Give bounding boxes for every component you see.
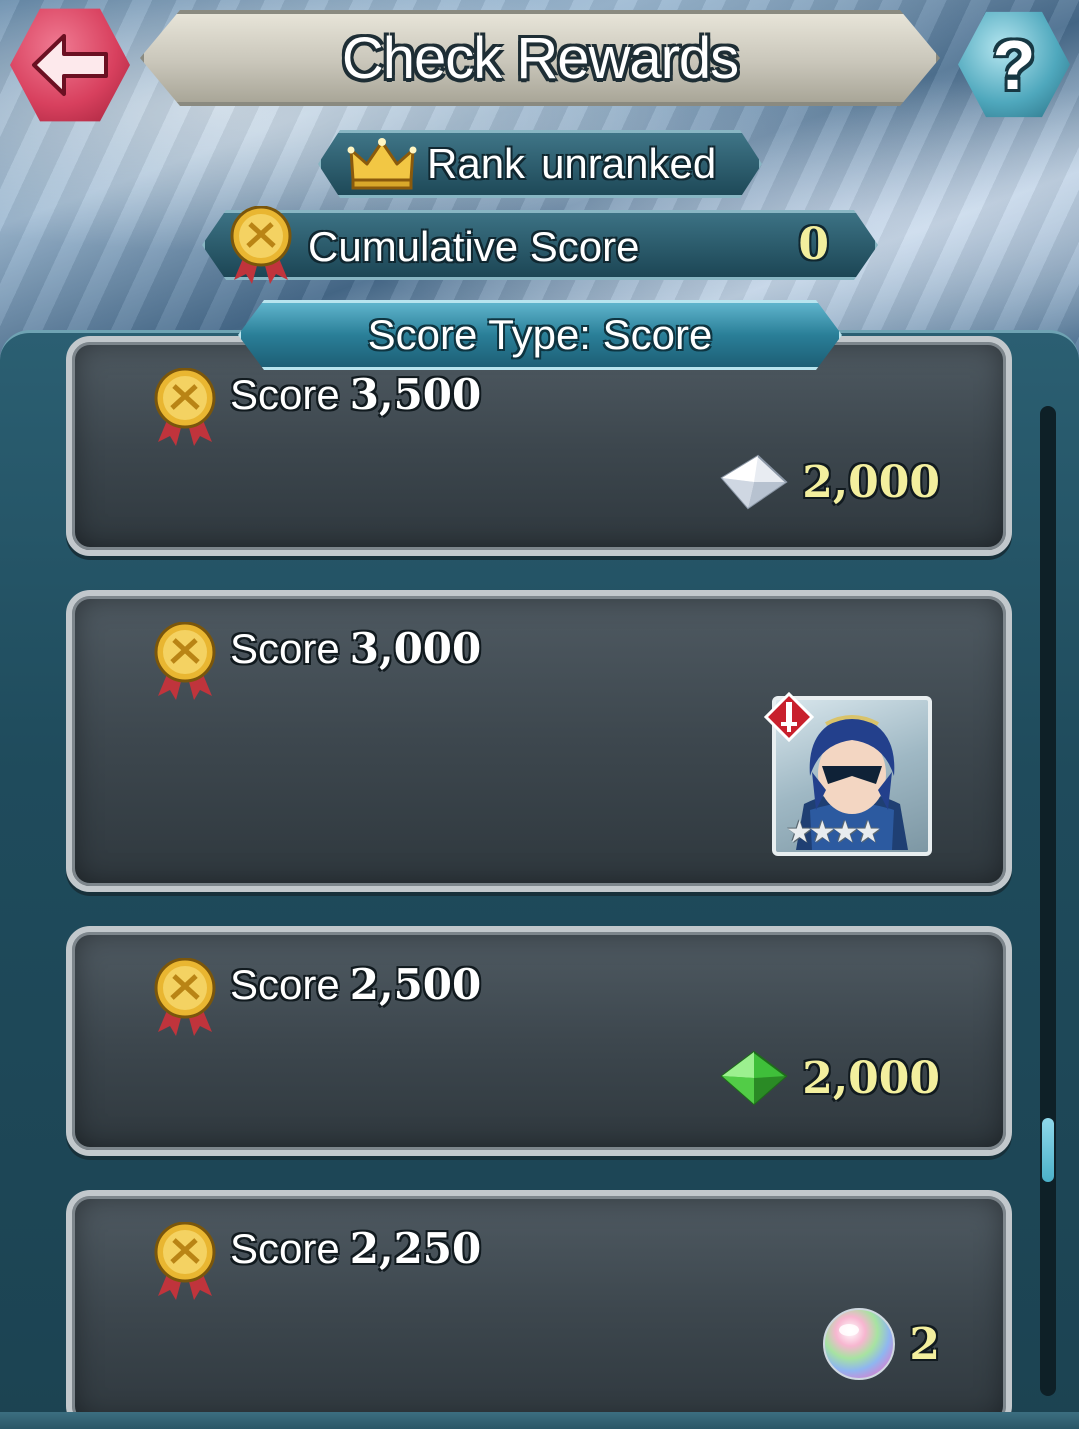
medal-icon xyxy=(154,622,216,700)
reward-item: 2 xyxy=(821,1306,940,1382)
green-crystal-icon xyxy=(720,1050,788,1106)
reward-card: Score 2,500 2,000 xyxy=(66,926,1012,1156)
score-word: Score xyxy=(230,371,340,418)
back-arrow-icon xyxy=(32,34,108,96)
reward-item: 2,000 xyxy=(718,1048,940,1108)
bottom-edge xyxy=(0,1412,1079,1429)
score-label: Score 3,500 xyxy=(230,370,481,419)
score-threshold: 2,250 xyxy=(349,1224,482,1273)
weapon-type-sword-icon xyxy=(764,692,814,742)
score-word: Score xyxy=(230,625,340,672)
medal-icon xyxy=(230,206,292,284)
cumulative-score-value: 0 xyxy=(798,219,829,270)
reward-item: 2,000 xyxy=(718,452,940,512)
score-threshold: 3,000 xyxy=(349,624,482,673)
help-button[interactable]: ? xyxy=(949,2,1079,127)
rarity-stars: ★★★★ xyxy=(786,815,882,850)
medal-icon xyxy=(154,1222,216,1300)
page-title: Check Rewards xyxy=(341,25,739,91)
cumulative-score-label: Cumulative Score xyxy=(308,223,640,270)
back-button[interactable] xyxy=(0,0,140,130)
scrollbar-track[interactable] xyxy=(1040,406,1056,1396)
reward-amount: 2 xyxy=(909,1318,940,1370)
rank-value: unranked xyxy=(541,140,717,187)
rank-label: Rank xyxy=(427,140,526,187)
rank-display: Rank unranked xyxy=(318,130,762,198)
score-label: Score 3,000 xyxy=(230,624,481,673)
reward-card: Score 2,250 2 xyxy=(66,1190,1012,1429)
score-label: Score 2,500 xyxy=(230,960,481,1009)
score-type-label: Score Type: Score xyxy=(367,311,713,358)
reward-amount: 2,000 xyxy=(802,1052,940,1104)
help-icon: ? xyxy=(958,11,1070,118)
cumulative-score-bar: Cumulative Score 0 xyxy=(202,210,878,280)
score-type-tab[interactable]: Score Type: Score xyxy=(238,300,842,370)
rank-text: Rank unranked xyxy=(427,140,716,188)
score-label: Score 2,250 xyxy=(230,1224,481,1273)
title-bar: Check Rewards xyxy=(140,10,940,106)
score-threshold: 2,500 xyxy=(349,960,482,1009)
crown-icon xyxy=(347,138,417,190)
score-threshold: 3,500 xyxy=(349,370,482,419)
score-word: Score xyxy=(230,961,340,1008)
reward-amount: 2,000 xyxy=(802,456,940,508)
reward-card: Score 3,000 ★★★★ xyxy=(66,590,1012,892)
orb-icon xyxy=(823,1308,896,1380)
score-word: Score xyxy=(230,1225,340,1272)
light-crystal-icon xyxy=(720,454,788,510)
medal-icon xyxy=(154,368,216,446)
scrollbar-thumb[interactable] xyxy=(1042,1118,1054,1182)
medal-icon xyxy=(154,958,216,1036)
